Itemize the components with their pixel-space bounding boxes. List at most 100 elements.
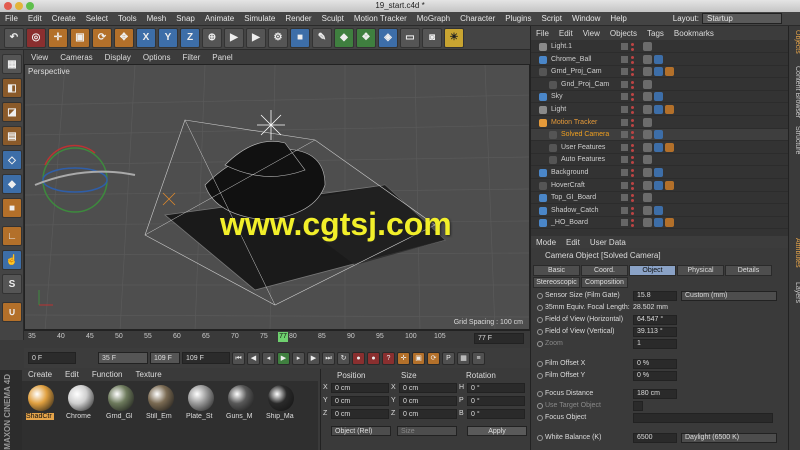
editor-visibility-icon[interactable] [631,43,634,46]
menu-render[interactable]: Render [280,14,316,23]
material-menu-texture[interactable]: Texture [130,369,168,381]
viewport-menu-cameras[interactable]: Cameras [55,53,97,62]
editor-visibility-icon[interactable] [631,169,634,172]
animation-key-icon[interactable] [537,435,543,441]
animation-key-icon[interactable] [537,403,543,409]
attribute-value-field[interactable]: 0 % [633,359,677,369]
rotate-icon[interactable]: ⟳ [92,27,112,48]
object-row[interactable]: Chrome_Ball [531,54,789,66]
render-visibility-icon[interactable] [631,73,634,77]
object-tag-icon[interactable] [643,92,652,102]
zoom-window-icon[interactable] [26,2,34,10]
animation-key-icon[interactable] [537,317,543,323]
object-tag-icon[interactable] [654,67,663,77]
menu-animate[interactable]: Animate [200,14,239,23]
attribute-preset-dropdown[interactable]: Custom (mm) [681,291,777,301]
render-to-picture-viewer-icon[interactable]: ▶ [246,27,266,48]
menu-window[interactable]: Window [567,14,605,23]
viewport-menu-filter[interactable]: Filter [177,53,205,62]
material-swatch[interactable] [268,385,294,411]
move-icon[interactable]: ✛ [48,27,68,48]
parameter-key-icon[interactable]: P [442,351,455,365]
rotation-field[interactable]: 0 ° [467,383,525,393]
points-mode-icon[interactable]: ◇ [2,150,22,170]
next-key-icon[interactable]: ▶ [307,351,320,365]
animation-key-icon[interactable] [537,329,543,335]
tab-basic[interactable]: Basic [533,265,580,276]
position-field[interactable]: 0 cm [331,409,389,419]
menu-mograph[interactable]: MoGraph [412,14,455,23]
object-tag-icon[interactable] [643,42,652,51]
attribute-value-field[interactable]: 64.547 ° [633,315,677,325]
object-row[interactable]: Light.1 [531,41,789,53]
floor-icon[interactable]: ▭ [400,27,420,48]
model-mode-icon[interactable]: ◧ [2,78,22,98]
layer-checkbox[interactable] [621,156,628,164]
tab-stereoscopic[interactable]: Stereoscopic [533,277,580,288]
menu-edit[interactable]: Edit [23,14,47,23]
object-row[interactable]: Shadow_Catch [531,205,789,217]
array-icon[interactable]: ❖ [356,27,376,48]
menu-script[interactable]: Script [536,14,566,23]
editor-visibility-icon[interactable] [631,80,634,84]
animation-key-icon[interactable] [537,361,543,367]
go-to-start-icon[interactable]: ⏮ [232,351,245,365]
end-frame-field[interactable]: 109 F [182,352,230,364]
object-tag-icon[interactable] [643,79,652,89]
object-row[interactable]: Solved Camera [531,129,789,142]
object-tag-icon[interactable] [643,105,652,114]
tab-coord[interactable]: Coord. [581,265,628,276]
size-field[interactable]: 0 cm [399,409,457,419]
attribute-value-field[interactable]: 180 cm [633,389,677,399]
attribute-value-field[interactable] [633,401,643,411]
object-row[interactable]: Light [531,104,789,116]
coordinate-mode-dropdown[interactable]: Object (Rel) [331,426,391,436]
editor-visibility-icon[interactable] [631,55,634,59]
layer-checkbox[interactable] [621,43,628,50]
layer-checkbox[interactable] [621,169,628,176]
record-keys-icon[interactable]: ● [352,351,365,365]
axis-mode-icon[interactable]: ∟ [2,226,22,246]
object-row[interactable]: Top_GI_Board [531,192,789,205]
subdivision-icon[interactable]: ◆ [334,27,354,48]
viewport-menu-panel[interactable]: Panel [207,53,237,62]
tab-object[interactable]: Object [629,265,676,276]
object-tag-icon[interactable] [643,180,652,190]
object-row[interactable]: User Features [531,142,789,154]
object-tag-icon[interactable] [665,180,674,190]
rotation-field[interactable]: 0 ° [467,409,525,419]
attributes-menu-user-data[interactable]: User Data [585,238,631,247]
render-visibility-icon[interactable] [631,224,634,228]
editor-visibility-icon[interactable] [631,118,634,122]
layout-dropdown[interactable]: Startup [702,13,782,24]
size-field[interactable]: 0 cm [399,383,457,393]
keyframe-selection-icon[interactable]: ? [382,351,395,365]
rotation-key-icon[interactable]: ⟳ [427,351,440,365]
object-tag-icon[interactable] [643,155,652,165]
render-visibility-icon[interactable] [631,199,634,203]
snap-icon[interactable]: S [2,274,22,294]
y-axis-lock-button[interactable]: Y [158,27,178,48]
animation-key-icon[interactable] [537,293,543,299]
x-axis-lock-button[interactable]: X [136,27,156,48]
tab-details[interactable]: Details [725,265,772,276]
object-row[interactable]: Grnd_Proj_Cam [531,66,789,79]
objects-menu-view[interactable]: View [578,29,605,38]
render-visibility-icon[interactable] [631,111,634,114]
layer-checkbox[interactable] [621,143,628,151]
object-row[interactable]: Sky [531,91,789,104]
menu-character[interactable]: Character [455,14,500,23]
position-field[interactable]: 0 cm [331,396,389,406]
object-tag-icon[interactable] [665,142,674,152]
object-tag-icon[interactable] [654,142,663,152]
editor-visibility-icon[interactable] [631,143,634,147]
coordinate-system-icon[interactable]: ⊕ [202,27,222,48]
tweak-mode-icon[interactable]: ☝ [2,250,22,270]
menu-help[interactable]: Help [605,14,631,23]
autokey-icon[interactable]: ● [367,351,380,365]
object-tag-icon[interactable] [643,205,652,215]
object-tag-icon[interactable] [654,205,663,215]
loop-icon[interactable]: ↻ [337,351,350,365]
recent-tool-icon[interactable]: ✥ [114,27,134,48]
layer-checkbox[interactable] [621,118,628,126]
